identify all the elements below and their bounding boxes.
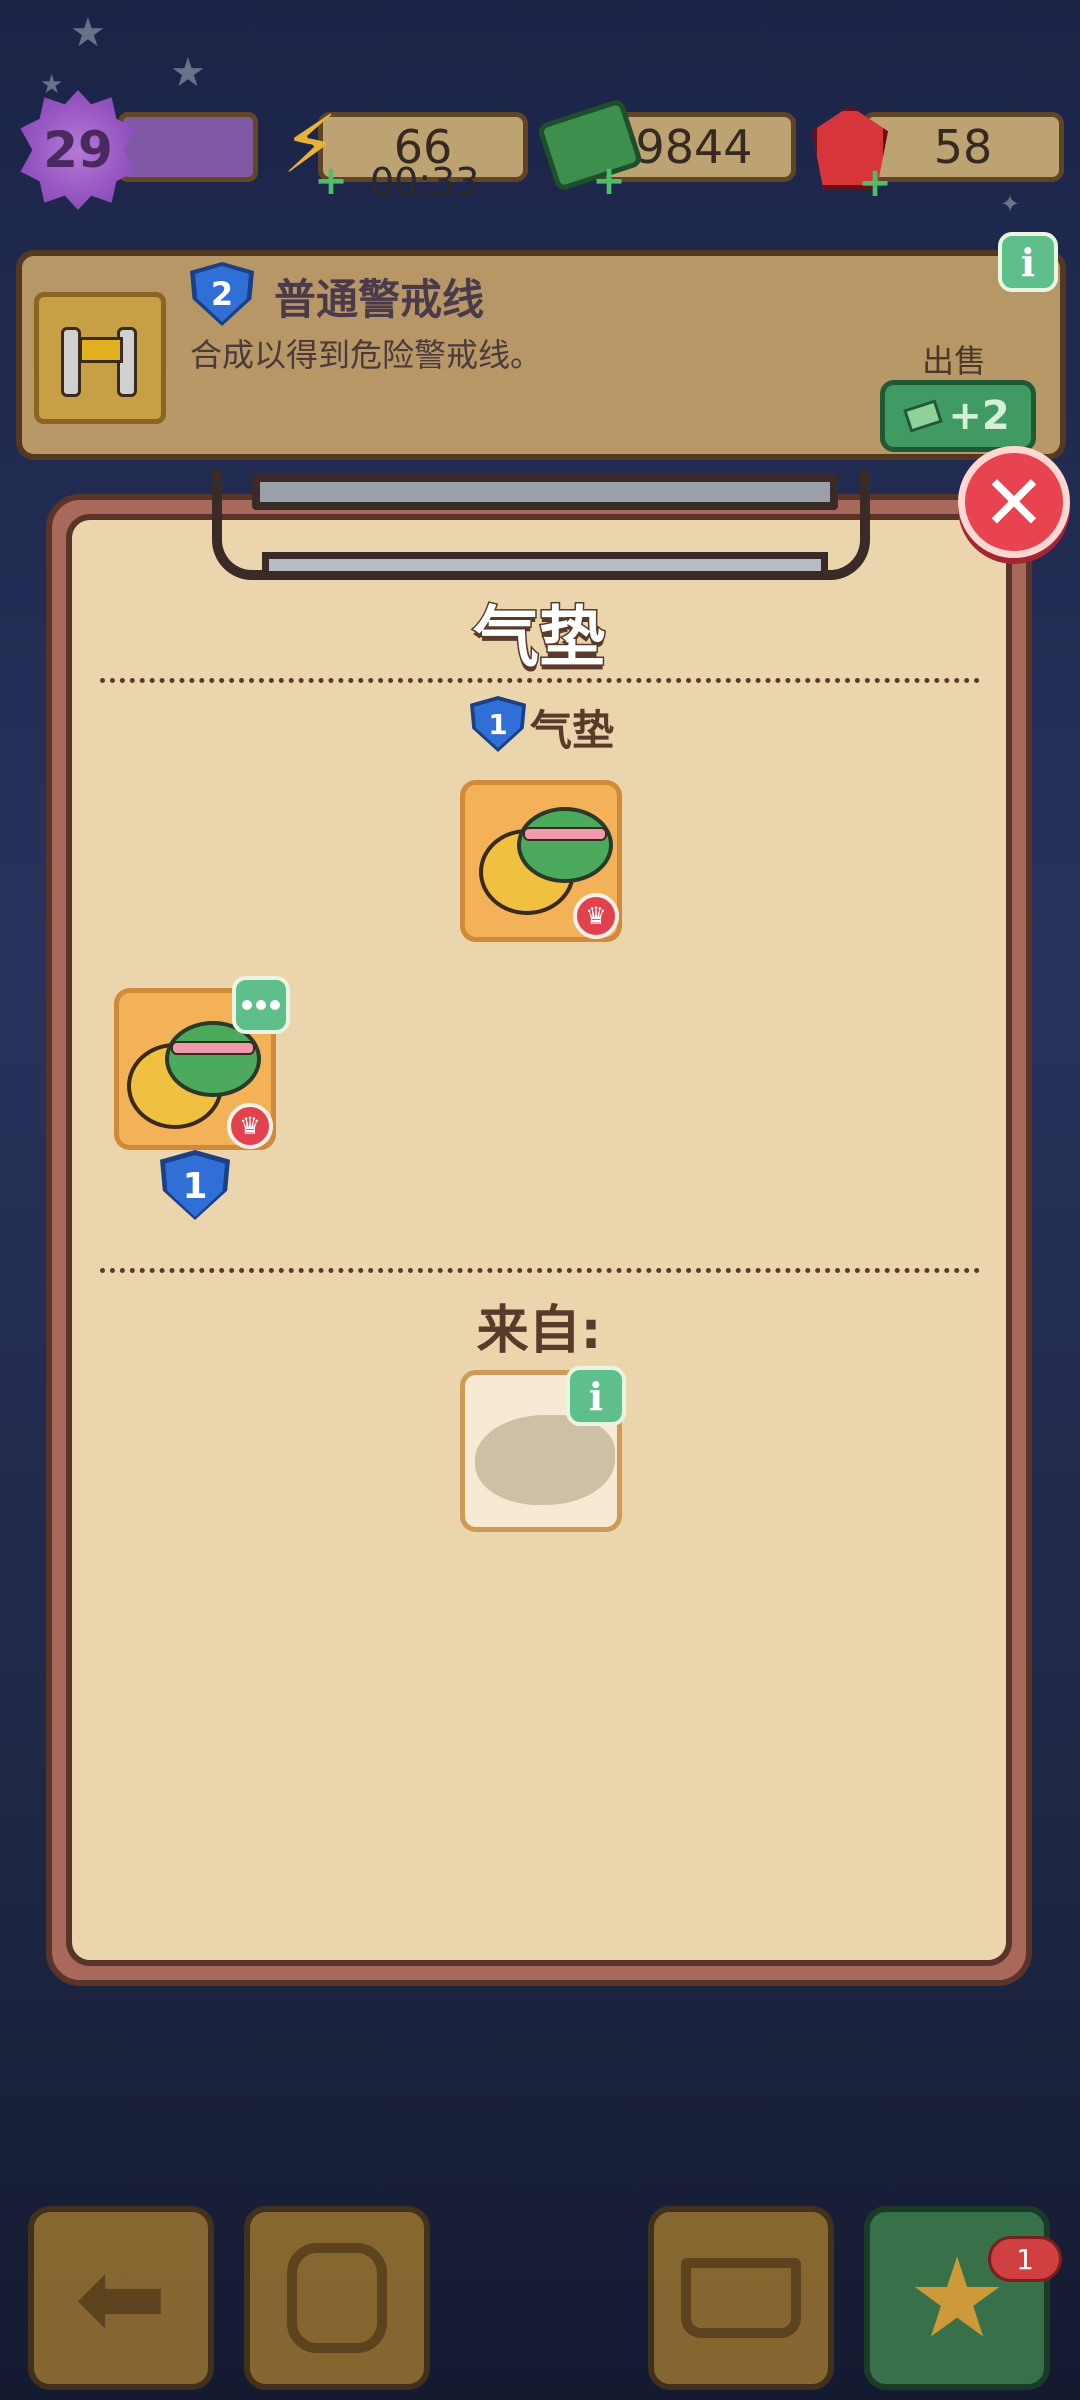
chain-tier: 1 — [488, 707, 508, 741]
barrier-post-icon — [61, 327, 81, 397]
selected-item-tile — [34, 292, 166, 424]
star-decoration: ★ — [170, 50, 206, 96]
add-energy-icon[interactable]: + — [314, 161, 348, 201]
back-button[interactable]: ⬅ — [28, 2206, 214, 2390]
notification-badge: 1 — [988, 2236, 1062, 2282]
gems-value: 58 — [933, 120, 993, 174]
sell-label: 出售 — [922, 342, 987, 380]
achievements-button[interactable]: ★ — [864, 2206, 1050, 2390]
level-value: 29 — [43, 121, 113, 179]
banner-item-name: 普通警戒线 — [274, 275, 485, 324]
crown-icon: ♛ — [573, 893, 619, 939]
backpack-button[interactable] — [244, 2206, 430, 2390]
more-dots-icon — [270, 1000, 280, 1010]
divider — [100, 678, 980, 683]
cushion-band-icon — [171, 1041, 255, 1055]
energy-timer: 00:33 — [370, 160, 480, 204]
level-badge[interactable]: 29 — [20, 90, 136, 210]
more-dots-icon — [242, 1000, 252, 1010]
arrow-left-icon: ⬅ — [74, 2234, 168, 2362]
shop-basket-button[interactable] — [648, 2206, 834, 2390]
info-icon: i — [588, 1373, 604, 1419]
divider — [100, 1268, 980, 1273]
unknown-source-silhouette — [475, 1415, 615, 1505]
variant-tier: 1 — [182, 1165, 208, 1207]
crown-icon: ♛ — [227, 1103, 273, 1149]
cash-value: 9844 — [635, 120, 753, 174]
star-decoration: ✦ — [1000, 190, 1021, 218]
xp-bar — [118, 112, 258, 182]
add-cash-icon[interactable]: + — [592, 161, 626, 201]
backpack-icon — [287, 2243, 387, 2353]
notification-count: 1 — [1016, 2242, 1034, 2276]
clipboard-clip-bottom — [262, 552, 828, 578]
close-icon: ✕ — [982, 457, 1046, 547]
info-icon: i — [1020, 239, 1036, 285]
star-decoration: ★ — [70, 10, 106, 56]
cushion-green-icon — [517, 807, 613, 883]
chain-item-tile[interactable]: ♛ — [460, 780, 622, 942]
chain-item-name: 气垫 — [530, 706, 615, 755]
panel-title: 气垫 — [472, 598, 607, 678]
banner-description: 合成以得到危险警戒线。 — [190, 336, 543, 374]
cash-small-icon — [903, 399, 944, 433]
star-decoration: ★ — [40, 70, 64, 100]
from-label: 来自: — [476, 1301, 602, 1361]
sell-value: +2 — [948, 393, 1010, 439]
source-info-button[interactable]: i — [566, 1366, 626, 1426]
basket-icon — [681, 2258, 801, 2338]
cushion-band-icon — [523, 827, 607, 841]
more-options-button[interactable] — [232, 976, 290, 1034]
tape-icon — [79, 337, 123, 363]
banner-tier: 2 — [210, 275, 234, 313]
sell-button[interactable]: +2 — [880, 380, 1036, 452]
add-gems-icon[interactable]: + — [858, 163, 892, 203]
close-button[interactable]: ✕ — [958, 446, 1070, 558]
banner-info-button[interactable]: i — [998, 232, 1058, 292]
more-dots-icon — [256, 1000, 266, 1010]
gems-box[interactable]: 58 — [862, 112, 1064, 182]
clipboard-clip-top — [252, 474, 838, 510]
